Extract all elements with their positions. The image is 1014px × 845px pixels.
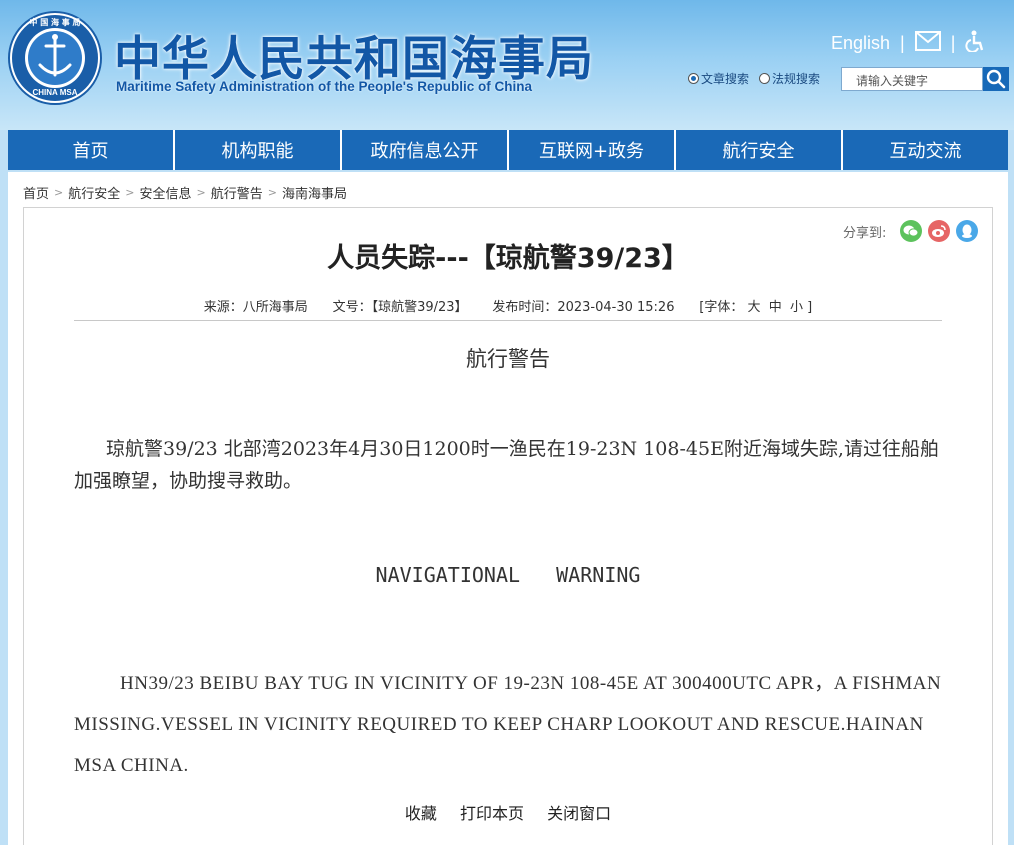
accessibility-icon[interactable]	[965, 30, 985, 57]
breadcrumb-home[interactable]: 首页	[23, 183, 49, 202]
nav-home[interactable]: 首页	[8, 130, 173, 170]
print-button[interactable]: 打印本页	[460, 804, 524, 823]
breadcrumb-arrow-icon: >	[54, 186, 64, 199]
search-button[interactable]	[983, 67, 1009, 91]
divider	[74, 320, 942, 321]
nav-functions[interactable]: 机构职能	[175, 130, 340, 170]
search-option-regulations[interactable]: 法规搜索	[759, 70, 820, 87]
english-link[interactable]: English	[831, 33, 890, 54]
search-option-articles[interactable]: 文章搜索	[688, 70, 749, 87]
breadcrumb-arrow-icon: >	[196, 186, 206, 199]
meta-publish-time: 发布时间：2023-04-30 15:26	[492, 300, 675, 315]
logo-text-bottom: CHINA MSA	[32, 88, 78, 97]
top-links: English | |	[831, 30, 985, 56]
content-area: 首页 > 航行安全 > 安全信息 > 航行警告 > 海南海事局 分享到: 人员失…	[8, 172, 1008, 845]
separator: |	[950, 32, 956, 53]
logo-text-top: 中 国 海 事 局	[29, 18, 81, 27]
search-input[interactable]: 请输入关键字	[841, 67, 983, 91]
separator: |	[900, 32, 905, 53]
breadcrumb-nav-warning[interactable]: 航行警告	[211, 183, 263, 202]
meta-source: 来源：八所海事局	[203, 300, 308, 315]
breadcrumb-safety-info[interactable]: 安全信息	[139, 183, 191, 202]
breadcrumb-arrow-icon: >	[125, 186, 135, 199]
mail-icon[interactable]	[914, 30, 941, 56]
nav-interaction[interactable]: 互动交流	[843, 130, 1008, 170]
main-nav: 首页 机构职能 政府信息公开 互联网+政务 航行安全 互动交流	[8, 130, 1008, 170]
meta-doc-no: 文号：【琼航警39/23】	[332, 300, 468, 315]
nav-internet-gov[interactable]: 互联网+政务	[509, 130, 674, 170]
heading-cn: 航行警告	[466, 347, 550, 371]
article-panel: 分享到: 人员失踪---【琼航警39/23】 来源：八所海事局 文号：【琼航警3…	[23, 207, 993, 845]
close-window-button[interactable]: 关闭窗口	[547, 804, 611, 823]
radio-articles[interactable]	[688, 73, 699, 84]
radio-regulations[interactable]	[759, 73, 771, 84]
breadcrumb-navigation-safety[interactable]: 航行安全	[68, 183, 120, 202]
breadcrumb-arrow-icon: >	[267, 186, 277, 199]
nav-gov-info[interactable]: 政府信息公开	[342, 130, 507, 170]
search-icon	[986, 69, 1006, 89]
site-subtitle: Maritime Safety Administration of the Pe…	[116, 79, 533, 94]
article-meta: 来源：八所海事局 文号：【琼航警39/23】 发布时间：2023-04-30 1…	[24, 296, 992, 315]
site-header: 中 国 海 事 局 CHINA MSA 中华人民共和国海事局 Maritime …	[0, 0, 1014, 130]
paragraph-cn: 琼航警39/23 北部湾2023年4月30日1200时一渔民在19-23N 10…	[74, 438, 939, 492]
heading-en: NAVIGATIONAL WARNING	[375, 563, 641, 587]
favorite-button[interactable]: 收藏	[405, 804, 437, 823]
article-actions: 收藏 打印本页 关闭窗口	[24, 800, 992, 824]
breadcrumb: 首页 > 航行安全 > 安全信息 > 航行警告 > 海南海事局	[23, 183, 347, 202]
paragraph-en: HN39/23 BEIBU BAY TUG IN VICINITY OF 19-…	[74, 673, 942, 776]
article-title: 人员失踪---【琼航警39/23】	[327, 243, 689, 274]
nav-navigation-safety[interactable]: 航行安全	[676, 130, 841, 170]
msa-logo[interactable]: 中 国 海 事 局 CHINA MSA	[8, 11, 102, 105]
breadcrumb-hainan-msa[interactable]: 海南海事局	[282, 183, 347, 202]
meta-font-size[interactable]: [字体： 大 中 小 ]	[699, 300, 812, 315]
search-options: 文章搜索 法规搜索	[688, 70, 830, 87]
